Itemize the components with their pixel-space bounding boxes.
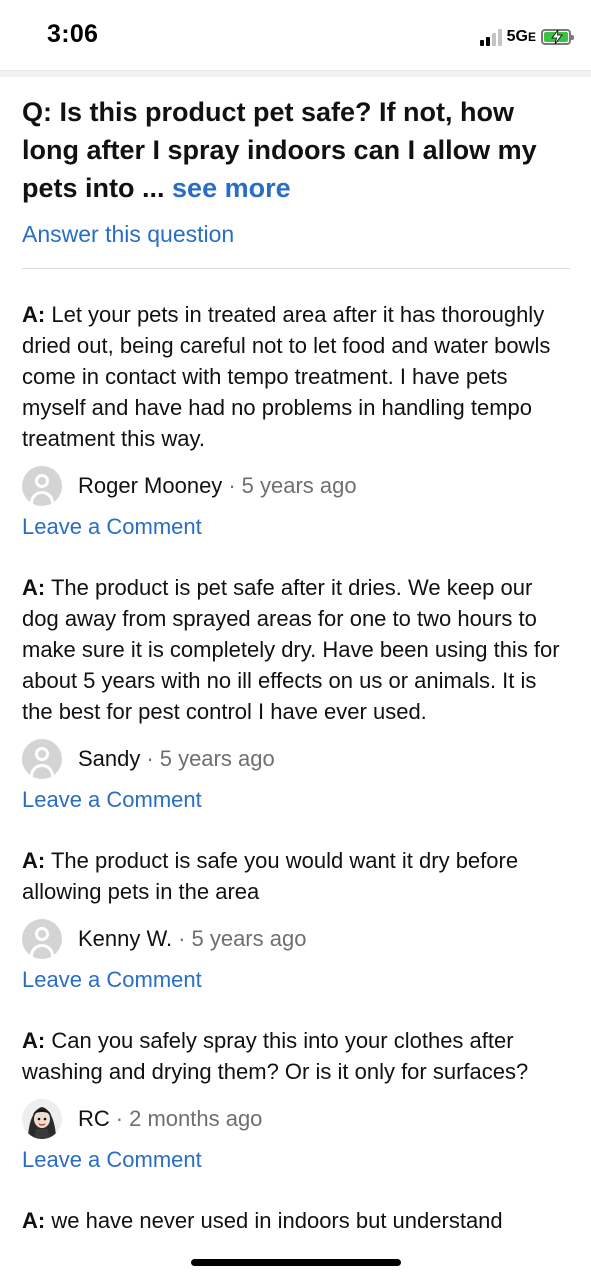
answer-item: A: Let your pets in treated area after i…: [22, 299, 570, 540]
leave-comment-link[interactable]: Leave a Comment: [22, 967, 202, 993]
qa-content: Q: Is this product pet safe? If not, how…: [22, 93, 570, 1236]
answer-item: A: we have never used in indoors but und…: [22, 1205, 570, 1236]
author-name[interactable]: Sandy: [78, 746, 140, 772]
question-divider: [22, 268, 570, 269]
answer-body: A: The product is pet safe after it drie…: [22, 572, 570, 727]
leave-comment-link[interactable]: Leave a Comment: [22, 514, 202, 540]
answer-body: A: The product is safe you would want it…: [22, 845, 570, 907]
answer-text: The product is safe you would want it dr…: [22, 848, 519, 904]
answer-prefix: A:: [22, 1028, 46, 1053]
meta-separator: ·: [146, 746, 154, 771]
answer-item: A: Can you safely spray this into your c…: [22, 1025, 570, 1173]
author-name[interactable]: Roger Mooney: [78, 473, 222, 499]
meta-separator: ·: [178, 926, 186, 951]
header-divider: [0, 70, 591, 77]
leave-comment-link[interactable]: Leave a Comment: [22, 1147, 202, 1173]
answer-item: A: The product is safe you would want it…: [22, 845, 570, 993]
answer-prefix: A:: [22, 575, 46, 600]
answer-timestamp: 2 months ago: [129, 1106, 263, 1131]
answer-author-row: Roger Mooney · 5 years ago: [22, 466, 570, 506]
answer-prefix: A:: [22, 848, 46, 873]
see-more-link[interactable]: see more: [172, 173, 291, 203]
answer-author-row: Sandy · 5 years ago: [22, 739, 570, 779]
user-silhouette-icon[interactable]: [22, 739, 62, 779]
user-silhouette-icon[interactable]: [22, 466, 62, 506]
meta-separator: ·: [115, 1106, 124, 1131]
status-bar: 3:06 5GE: [0, 0, 591, 70]
leave-comment-link[interactable]: Leave a Comment: [22, 787, 202, 813]
answer-prefix: A:: [22, 302, 46, 327]
answer-body: A: we have never used in indoors but und…: [22, 1205, 570, 1236]
answer-text: The product is pet safe after it dries. …: [22, 575, 560, 724]
answer-item: A: The product is pet safe after it drie…: [22, 572, 570, 813]
answer-author-row: RC · 2 months ago: [22, 1099, 570, 1139]
user-silhouette-icon[interactable]: [22, 919, 62, 959]
answer-timestamp: 5 years ago: [241, 473, 357, 498]
question-heading: Q: Is this product pet safe? If not, how…: [22, 93, 570, 207]
answer-author-row: Kenny W. · 5 years ago: [22, 919, 570, 959]
network-suffix: E: [527, 30, 536, 44]
answer-prefix: A:: [22, 1208, 46, 1233]
answer-body: A: Let your pets in treated area after i…: [22, 299, 570, 454]
answer-body: A: Can you safely spray this into your c…: [22, 1025, 570, 1087]
status-time: 3:06: [47, 20, 99, 48]
answer-text: we have never used in indoors but unders…: [51, 1208, 503, 1233]
author-name[interactable]: RC: [78, 1106, 110, 1132]
answer-text: Can you safely spray this into your clot…: [22, 1028, 529, 1084]
cellular-signal-icon: [479, 28, 502, 46]
battery-icon: [541, 29, 574, 45]
network-label: 5G: [506, 28, 528, 45]
status-indicators: 5GE: [479, 24, 574, 46]
answer-timestamp: 5 years ago: [159, 746, 275, 771]
answer-timestamp: 5 years ago: [191, 926, 307, 951]
answer-question-link[interactable]: Answer this question: [22, 221, 234, 248]
answer-text: Let your pets in treated area after it h…: [22, 302, 551, 451]
meta-separator: ·: [228, 473, 236, 498]
author-name[interactable]: Kenny W.: [78, 926, 172, 952]
charging-bolt-icon: [551, 30, 563, 44]
cartoon-avatar-icon[interactable]: [22, 1099, 62, 1139]
question-prefix: Q:: [22, 97, 60, 127]
home-indicator[interactable]: [191, 1259, 401, 1266]
network-type: 5GE: [507, 28, 536, 46]
